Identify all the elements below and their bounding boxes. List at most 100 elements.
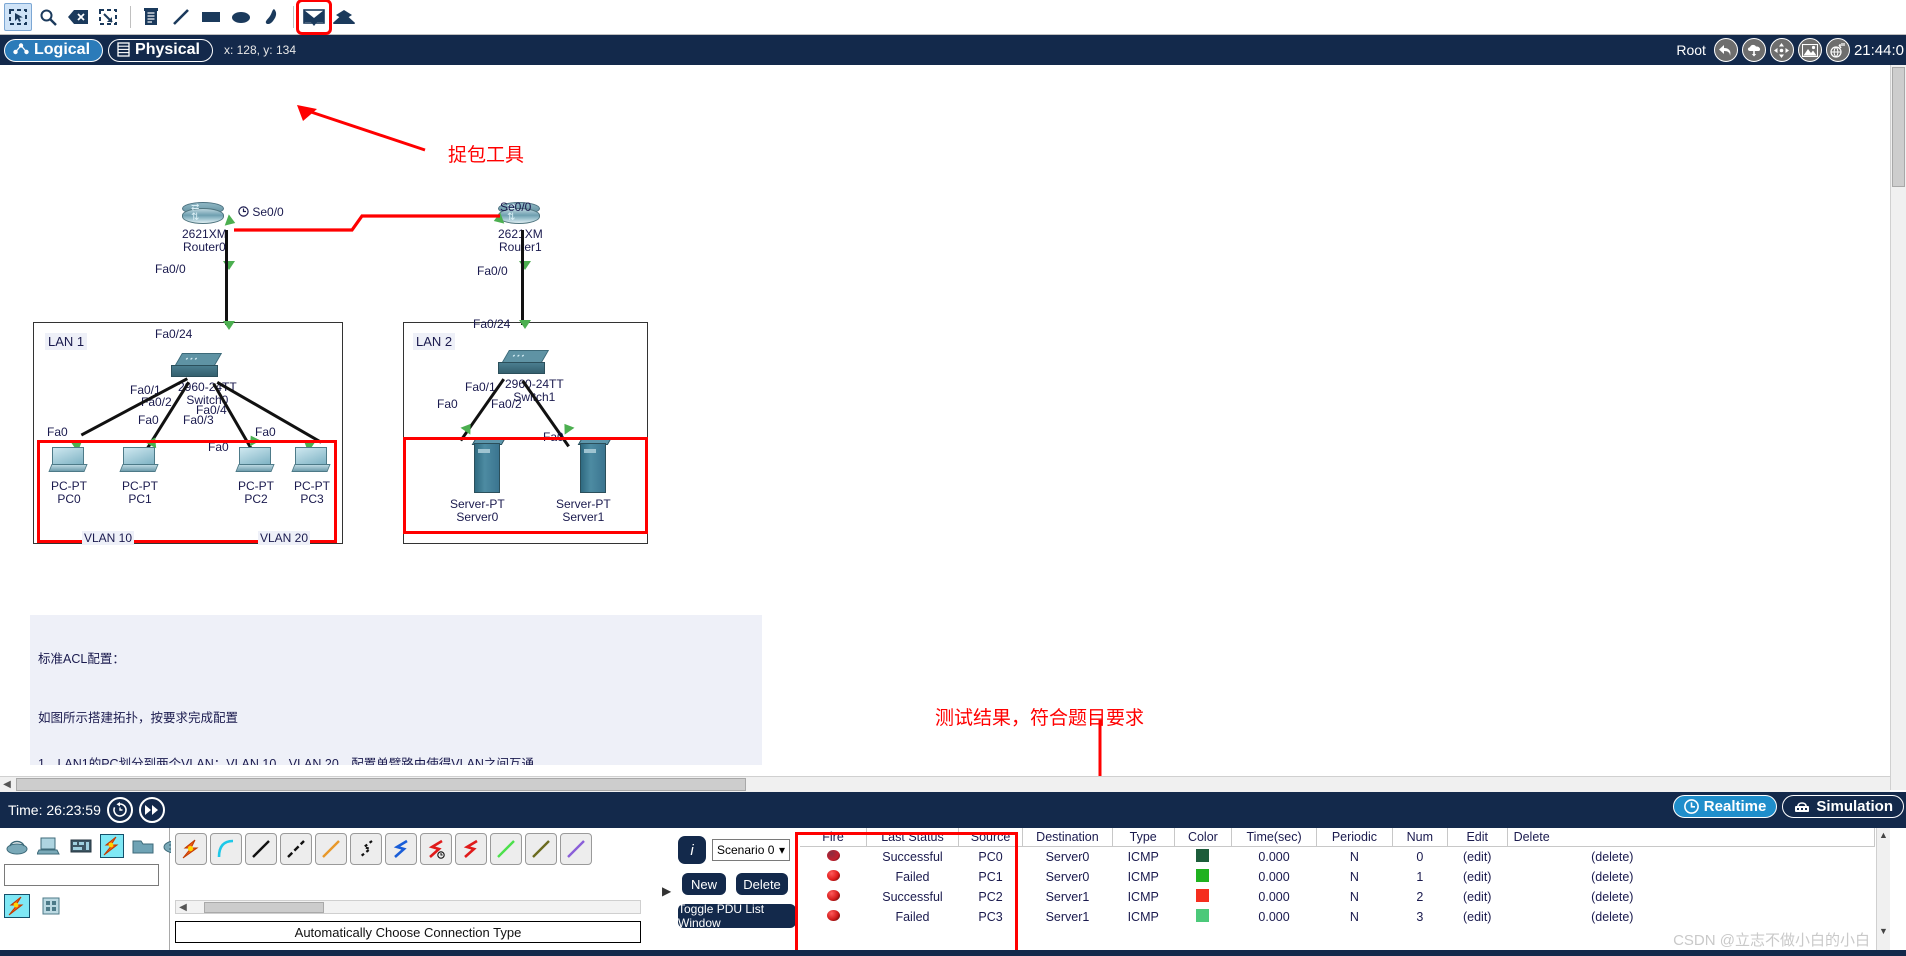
note-title: 标准ACL配置： [38, 652, 125, 666]
pdu-col-color[interactable]: Color [1174, 828, 1233, 847]
logical-workspace[interactable]: 捉包工具 测试结果，符合题目要求 ⇄ ⇅ 2621XM Router0 Se0/0… [0, 65, 1890, 790]
connections-icon[interactable] [100, 834, 124, 858]
resize-shape-tool[interactable] [94, 3, 122, 31]
connection-scroll-left-arrow[interactable]: ◀ [176, 902, 190, 913]
simulation-mode-button[interactable]: Simulation [1782, 795, 1904, 818]
realtime-mode-button[interactable]: Realtime [1672, 795, 1778, 818]
delete-scenario-button[interactable]: Delete [736, 873, 788, 895]
pdu-destination: Server0 [1045, 850, 1090, 864]
link-router0-switch0[interactable] [225, 230, 228, 325]
network-globe-icon[interactable] [1825, 38, 1850, 62]
pdu-type: ICMP [1127, 890, 1159, 904]
reset-clock-icon[interactable] [106, 797, 133, 823]
device-search-input[interactable] [4, 864, 159, 886]
pdu-columns-highlight [795, 832, 1018, 956]
pdu-delete-link[interactable]: (delete) [1507, 867, 1874, 887]
pdu-scroll-down-arrow[interactable]: ▼ [1877, 926, 1890, 936]
scenario-select[interactable]: Scenario 0 ▾ [712, 839, 790, 861]
router-icon: ⇄ ⇅ [182, 202, 224, 228]
router0-node[interactable]: ⇄ ⇅ 2621XM Router0 [182, 202, 227, 254]
fast-forward-icon[interactable] [138, 797, 165, 823]
pdu-edit-link[interactable]: (edit) [1447, 887, 1507, 907]
move-cross-icon[interactable] [1769, 38, 1794, 62]
miscellaneous-icon[interactable] [130, 834, 156, 858]
console-connection-icon[interactable] [210, 833, 242, 865]
copper-straight-connection-icon[interactable] [245, 833, 277, 865]
lan1-hosts-highlight [37, 440, 337, 543]
components-icon[interactable] [68, 834, 94, 858]
pdu-col-type[interactable]: Type [1112, 828, 1175, 847]
link-router1-switch1[interactable] [521, 230, 524, 325]
serial-dce-connection-icon[interactable] [420, 833, 452, 865]
pdu-destination: Server1 [1045, 910, 1090, 924]
grid-sub-icon[interactable] [38, 894, 64, 918]
workspace-horizontal-scrollbar[interactable]: ◀ [0, 776, 1890, 792]
place-note-tool[interactable] [137, 3, 165, 31]
pdu-list-vertical-scrollbar[interactable]: ▲ ▼ [1876, 828, 1890, 956]
switch-icon: ••• [171, 353, 226, 379]
fiber-connection-icon[interactable] [315, 833, 347, 865]
serial-dte-connection-icon[interactable] [455, 833, 487, 865]
pdu-edit-link[interactable]: (edit) [1447, 867, 1507, 887]
select-tool[interactable] [4, 3, 32, 31]
draw-line-tool[interactable] [167, 3, 195, 31]
device-subcategory-row [0, 890, 169, 922]
physical-view-tab[interactable]: Physical [108, 38, 213, 62]
scenario-panel-expand-arrow[interactable]: ▶ [662, 884, 671, 898]
logical-view-tab[interactable]: Logical [4, 38, 104, 62]
link-arrow [519, 320, 531, 329]
octal-connection-icon[interactable] [490, 833, 522, 865]
pdu-delete-link[interactable]: (delete) [1507, 847, 1874, 868]
connections-sub-icon[interactable] [4, 894, 30, 918]
new-scenario-button[interactable]: New [682, 873, 726, 895]
workspace-hscroll-thumb[interactable] [16, 778, 746, 791]
cloud-down-icon[interactable] [1741, 38, 1766, 62]
ieee-connection-icon[interactable] [525, 833, 557, 865]
info-icon[interactable]: i [678, 836, 706, 864]
add-complex-pdu-tool[interactable] [330, 3, 358, 31]
router0-serial-if-label: Se0/0 [238, 205, 284, 219]
custom-connection-icon[interactable] [560, 833, 592, 865]
connection-scroll-thumb[interactable] [204, 901, 324, 913]
automatic-connection-icon[interactable] [175, 833, 207, 865]
pdu-destination: Server0 [1045, 870, 1090, 884]
toolbar-divider-2 [293, 6, 294, 28]
draw-rectangle-tool[interactable] [197, 3, 225, 31]
pdu-delete-link[interactable]: (delete) [1507, 907, 1874, 927]
pdu-color-swatch [1174, 847, 1231, 868]
viewport-icon[interactable] [1797, 38, 1822, 62]
end-devices-icon[interactable] [36, 834, 62, 858]
phone-connection-icon[interactable] [350, 833, 382, 865]
pdu-edit-link[interactable]: (edit) [1447, 907, 1507, 927]
copper-crossover-connection-icon[interactable] [280, 833, 312, 865]
annotation-arrow-1 [297, 105, 426, 152]
connection-panel-scrollbar[interactable]: ◀ [175, 900, 641, 914]
toggle-pdu-list-window-button[interactable]: Toggle PDU List Window [678, 902, 796, 930]
pdu-delete-link[interactable]: (delete) [1507, 887, 1874, 907]
draw-ellipse-tool[interactable] [227, 3, 255, 31]
freeform-tool[interactable] [257, 3, 285, 31]
realtime-mode-label: Realtime [1703, 798, 1767, 815]
lan2-hosts-highlight [403, 437, 648, 534]
pdu-col-destination[interactable]: Destination [1022, 828, 1113, 847]
pdu-col-time[interactable]: Time(sec) [1231, 828, 1318, 847]
pdu-col-edit[interactable]: Edit [1447, 828, 1508, 847]
pdu-col-delete[interactable]: Delete [1507, 828, 1876, 847]
inspect-tool[interactable] [34, 3, 62, 31]
coaxial-connection-icon[interactable] [385, 833, 417, 865]
add-simple-pdu-tool[interactable] [296, 0, 332, 35]
simulation-mode-toggle: Realtime Simulation [1672, 795, 1904, 818]
pdu-type: ICMP [1127, 850, 1159, 864]
pdu-col-num[interactable]: Num [1392, 828, 1448, 847]
workspace-vscroll-thumb[interactable] [1892, 67, 1905, 187]
pdu-col-periodic[interactable]: Periodic [1316, 828, 1393, 847]
delete-tool[interactable] [64, 3, 92, 31]
acl-requirements-note[interactable]: 标准ACL配置： 如图所示搭建拓扑，按要求完成配置 1、LAN1的PC划分到两个… [30, 615, 762, 765]
hscroll-left-arrow[interactable]: ◀ [0, 779, 14, 790]
pdu-edit-link[interactable]: (edit) [1447, 847, 1507, 868]
back-arrow-icon[interactable] [1713, 38, 1738, 62]
pdu-scroll-up-arrow[interactable]: ▲ [1877, 830, 1890, 840]
server0-if-label: Fa0 [437, 397, 458, 411]
network-devices-icon[interactable] [4, 834, 30, 858]
workspace-vertical-scrollbar[interactable] [1890, 65, 1906, 790]
